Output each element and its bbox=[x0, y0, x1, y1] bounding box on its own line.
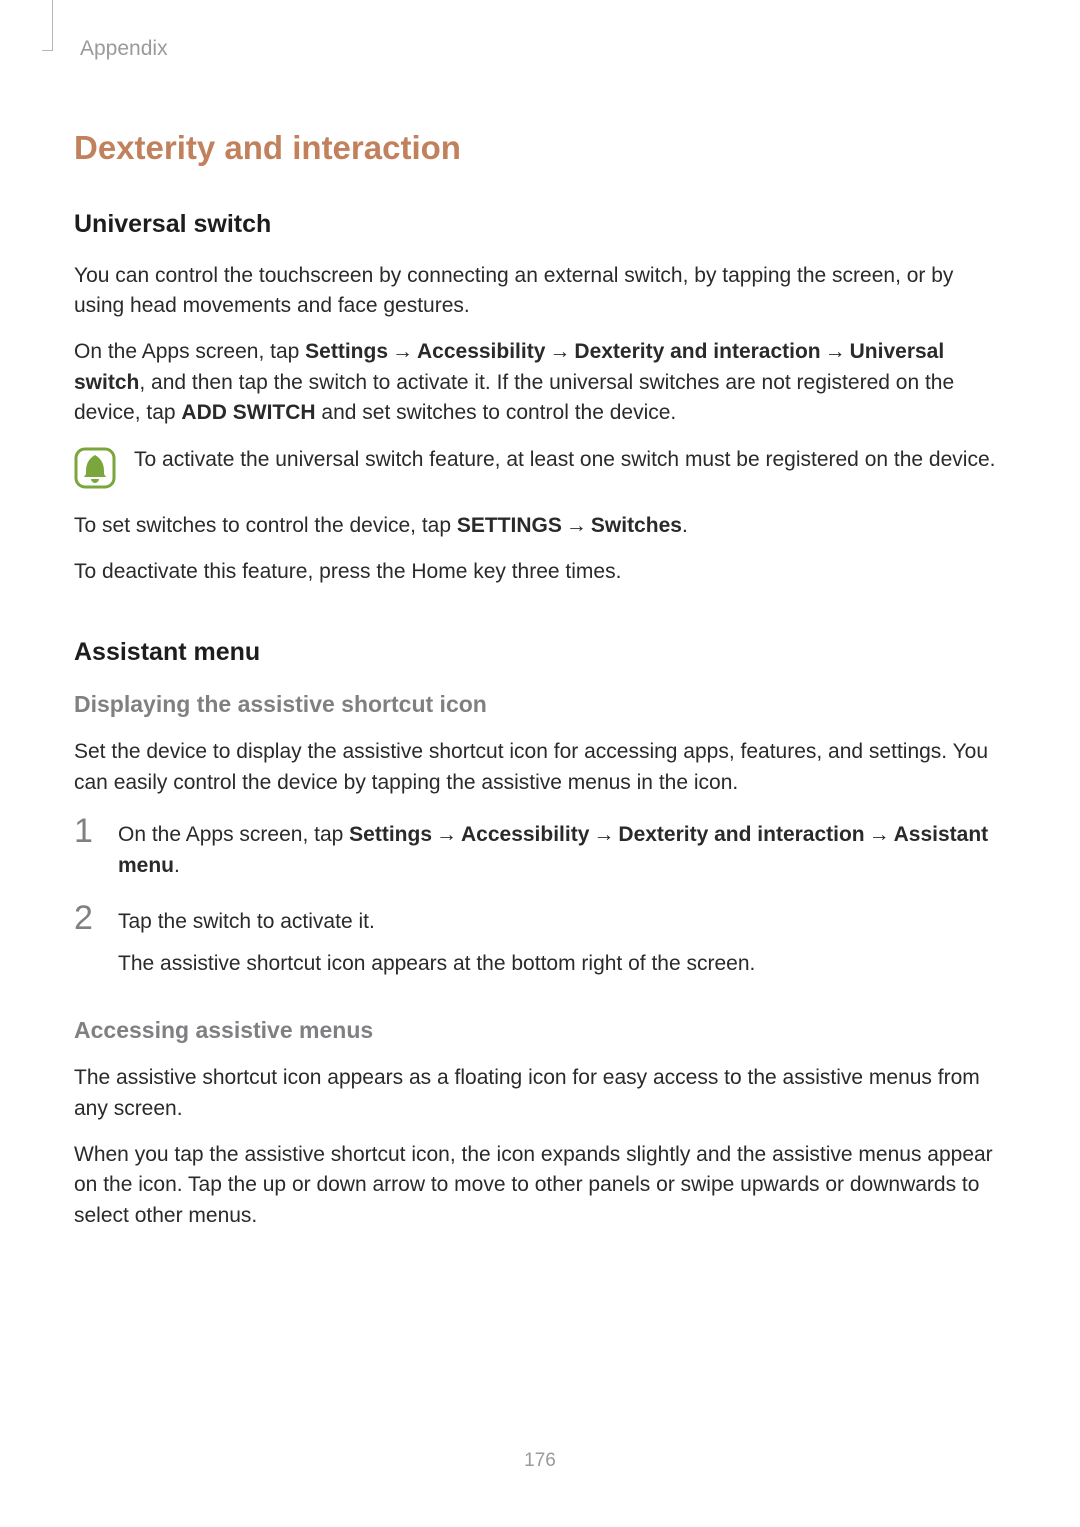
universal-p1: You can control the touchscreen by conne… bbox=[74, 261, 1006, 322]
label-dexterity-interaction: Dexterity and interaction bbox=[618, 823, 864, 846]
text: On the Apps screen, tap bbox=[74, 340, 305, 363]
universal-p4: To deactivate this feature, press the Ho… bbox=[74, 557, 1006, 587]
arrow-icon: → bbox=[589, 820, 618, 850]
access-p1: The assistive shortcut icon appears as a… bbox=[74, 1063, 1006, 1124]
arrow-icon: → bbox=[865, 820, 894, 850]
step-1: 1 On the Apps screen, tap Settings → Acc… bbox=[74, 814, 1006, 881]
label-accessibility: Accessibility bbox=[461, 823, 589, 846]
page-tab-mark bbox=[42, 0, 53, 51]
label-settings: Settings bbox=[349, 823, 432, 846]
access-p2: When you tap the assistive shortcut icon… bbox=[74, 1140, 1006, 1231]
text: . bbox=[174, 854, 180, 877]
step-2-body: Tap the switch to activate it. The assis… bbox=[118, 901, 1006, 980]
label-switches: Switches bbox=[591, 514, 682, 537]
arrow-icon: → bbox=[432, 820, 461, 850]
arrow-icon: → bbox=[562, 511, 591, 541]
label-dexterity-interaction: Dexterity and interaction bbox=[574, 340, 820, 363]
universal-p3: To set switches to control the device, t… bbox=[74, 511, 1006, 541]
note-bell-icon bbox=[74, 447, 116, 489]
label-add-switch: ADD SWITCH bbox=[181, 401, 315, 424]
note-text: To activate the universal switch feature… bbox=[134, 445, 1006, 475]
step-1-body: On the Apps screen, tap Settings → Acces… bbox=[118, 814, 1006, 881]
text: . bbox=[682, 514, 688, 537]
running-header: Appendix bbox=[80, 34, 1006, 64]
text: To set switches to control the device, t… bbox=[74, 514, 457, 537]
label-settings-caps: SETTINGS bbox=[457, 514, 562, 537]
assistant-menu-heading: Assistant menu bbox=[74, 634, 1006, 670]
label-accessibility: Accessibility bbox=[417, 340, 545, 363]
step-2b-text: The assistive shortcut icon appears at t… bbox=[118, 949, 1006, 979]
universal-switch-heading: Universal switch bbox=[74, 206, 1006, 242]
universal-p2: On the Apps screen, tap Settings → Acces… bbox=[74, 337, 1006, 428]
step-2a-text: Tap the switch to activate it. bbox=[118, 907, 1006, 937]
step-number-1: 1 bbox=[74, 814, 118, 848]
text: On the Apps screen, tap bbox=[118, 823, 349, 846]
text: and set switches to control the device. bbox=[316, 401, 677, 424]
accessing-menus-heading: Accessing assistive menus bbox=[74, 1014, 1006, 1047]
display-p1: Set the device to display the assistive … bbox=[74, 737, 1006, 798]
section-title: Dexterity and interaction bbox=[74, 124, 1006, 172]
page-number: 176 bbox=[0, 1447, 1080, 1475]
note-callout: To activate the universal switch feature… bbox=[74, 445, 1006, 489]
arrow-icon: → bbox=[821, 337, 850, 367]
displaying-shortcut-heading: Displaying the assistive shortcut icon bbox=[74, 688, 1006, 721]
step-2: 2 Tap the switch to activate it. The ass… bbox=[74, 901, 1006, 980]
arrow-icon: → bbox=[388, 337, 417, 367]
page-content: Appendix Dexterity and interaction Unive… bbox=[0, 0, 1080, 1231]
arrow-icon: → bbox=[545, 337, 574, 367]
step-1-text: On the Apps screen, tap Settings → Acces… bbox=[118, 820, 1006, 881]
label-settings: Settings bbox=[305, 340, 388, 363]
step-number-2: 2 bbox=[74, 901, 118, 935]
